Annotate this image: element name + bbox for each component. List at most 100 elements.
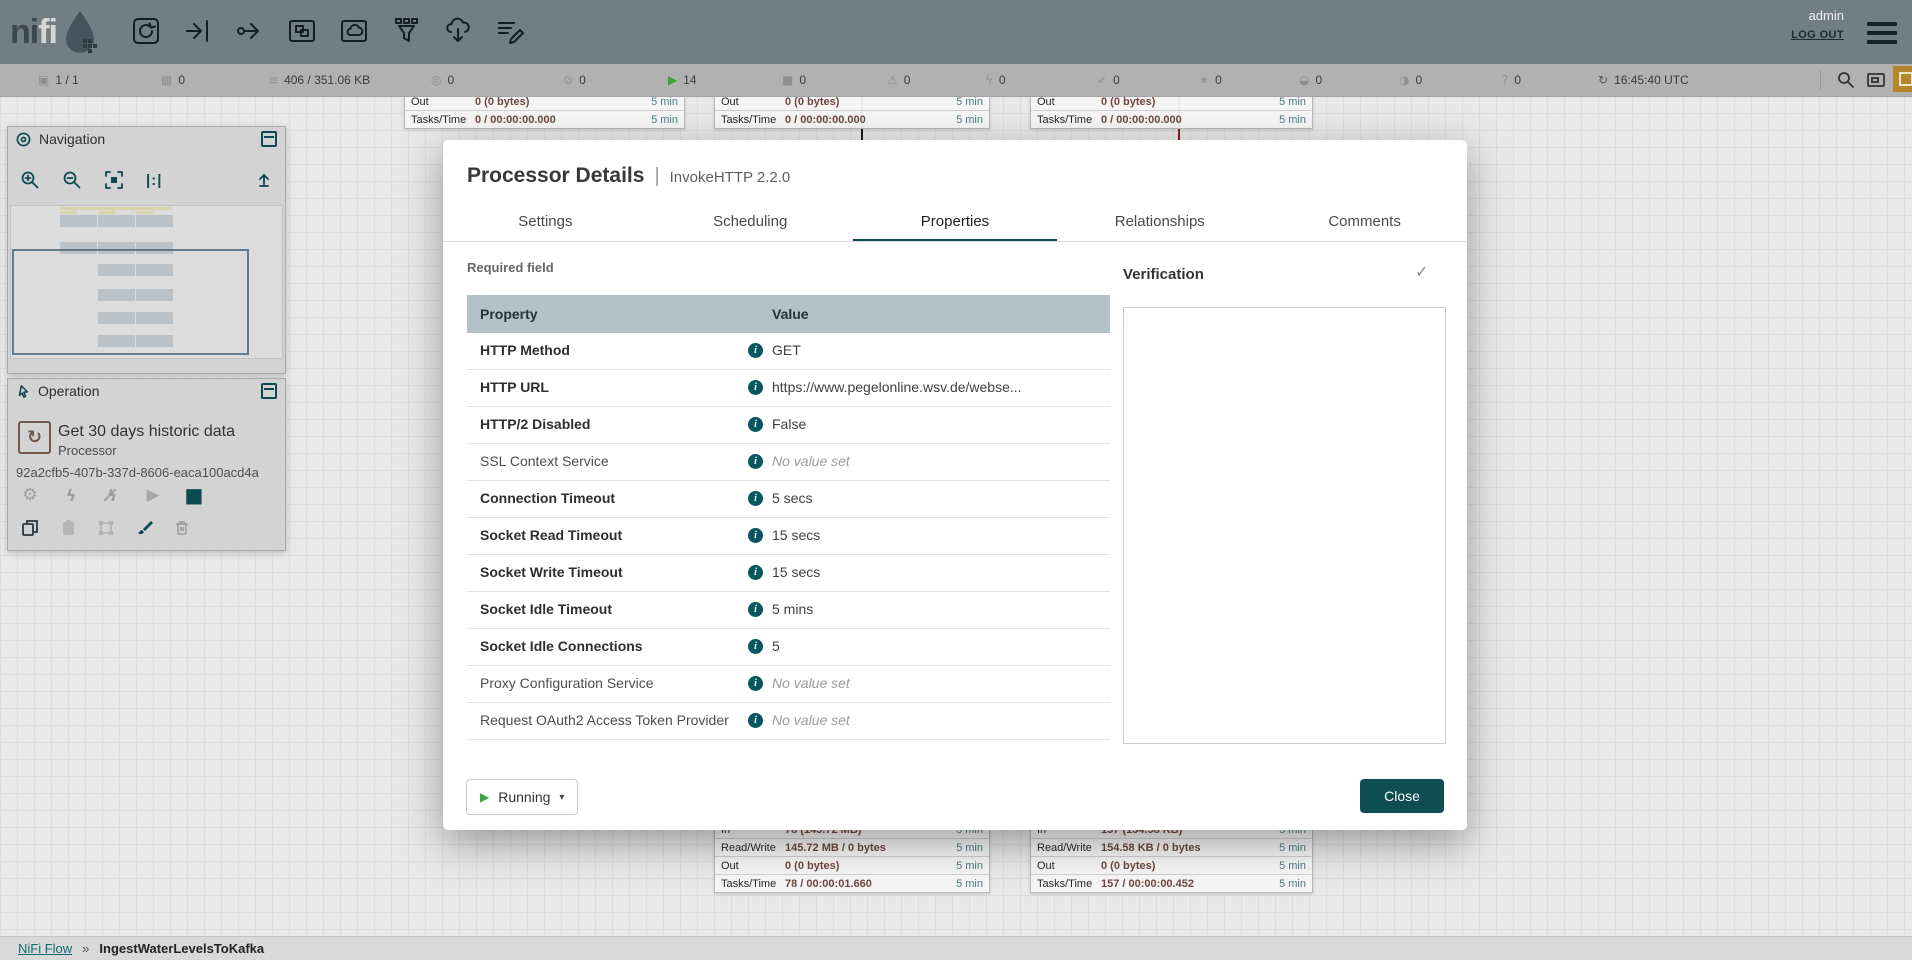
configure-button[interactable]: ⚙	[18, 485, 42, 505]
stop-button[interactable]: ■	[182, 483, 206, 507]
enable-button[interactable]: ϟ	[59, 486, 83, 505]
verification-check-icon[interactable]: ✓	[1415, 262, 1428, 281]
transmitting-icon: ◎	[431, 73, 441, 87]
tab-settings[interactable]: Settings	[443, 204, 648, 241]
status-locally-modified-stale: ◑0	[1399, 64, 1422, 96]
stat-label: Tasks/Time	[721, 114, 785, 126]
process-group-icon[interactable]	[285, 14, 319, 48]
info-icon[interactable]: i	[748, 676, 763, 691]
search-button[interactable]	[1836, 64, 1856, 96]
zoom-out-icon[interactable]	[62, 170, 82, 190]
flow-download-icon[interactable]	[441, 14, 475, 48]
close-button[interactable]: Close	[1360, 779, 1444, 813]
stat-value: 0 (0 bytes)	[1101, 860, 1279, 872]
info-icon[interactable]: i	[748, 380, 763, 395]
processor-stats-block[interactable]: Out0 (0 bytes)5 minTasks/Time0 / 00:00:0…	[1030, 92, 1313, 129]
tab-scheduling[interactable]: Scheduling	[648, 204, 853, 241]
tab-relationships[interactable]: Relationships	[1057, 204, 1262, 241]
not-transmitting-icon: ⊘	[563, 73, 573, 87]
property-value: No value set	[772, 444, 850, 479]
flow-settings-button[interactable]	[1893, 66, 1912, 92]
status-value: 0	[1113, 73, 1120, 87]
stat-label: Read/Write	[721, 842, 785, 854]
birdseye-minimap[interactable]	[10, 205, 283, 359]
processor-icon[interactable]	[129, 14, 163, 48]
zoom-actual-size-icon[interactable]: |:|	[146, 172, 162, 189]
property-value: False	[772, 407, 806, 442]
input-port-icon[interactable]	[181, 14, 215, 48]
start-button[interactable]: ▶	[141, 485, 165, 505]
global-menu-icon[interactable]	[1867, 22, 1897, 44]
tab-comments[interactable]: Comments	[1262, 204, 1467, 241]
tab-properties[interactable]: Properties	[853, 204, 1058, 241]
stat-value: 157 / 00:00:00.452	[1101, 878, 1279, 890]
stat-value: 0 (0 bytes)	[1101, 96, 1279, 108]
processor-stats-block[interactable]: Out0 (0 bytes)5 minTasks/Time0 / 00:00:0…	[404, 92, 685, 129]
property-row: HTTP MethodiGET	[467, 333, 1110, 370]
birdseye-icon[interactable]	[1866, 70, 1886, 90]
output-port-icon[interactable]	[233, 14, 267, 48]
run-state-button[interactable]: ▶ Running ▾	[466, 779, 578, 815]
refresh-icon[interactable]: ↻	[1598, 73, 1608, 87]
disabled-icon: ϟ	[985, 73, 993, 87]
property-value: No value set	[772, 740, 850, 745]
search-icon[interactable]	[1836, 70, 1856, 90]
stat-label: Out	[411, 96, 475, 108]
info-icon[interactable]: i	[748, 565, 763, 580]
logout-link[interactable]: LOG OUT	[1791, 29, 1844, 41]
funnel-icon[interactable]	[389, 14, 423, 48]
info-icon[interactable]: i	[748, 343, 763, 358]
info-icon[interactable]: i	[748, 528, 763, 543]
status-refresh[interactable]: ↻ 16:45:40 UTC	[1598, 64, 1689, 96]
property-value: GET	[772, 333, 801, 368]
run-state-label: Running	[498, 789, 550, 805]
info-icon[interactable]: i	[748, 491, 763, 506]
dialog-tabs: SettingsSchedulingPropertiesRelationship…	[443, 204, 1467, 242]
info-icon[interactable]: i	[748, 417, 763, 432]
delete-button[interactable]	[170, 519, 194, 537]
paste-button[interactable]	[56, 519, 80, 537]
property-name: Socket Write Timeout	[480, 555, 623, 590]
processor-stats-block[interactable]: Out0 (0 bytes)5 minTasks/Time0 / 00:00:0…	[714, 92, 990, 129]
logo-text-fi: fi	[38, 13, 57, 52]
info-icon[interactable]: i	[748, 713, 763, 728]
collapse-panel-icon[interactable]	[261, 383, 277, 399]
status-queued: ≡406 / 351.06 KB	[268, 64, 370, 96]
label-icon[interactable]	[493, 14, 527, 48]
zoom-fit-icon[interactable]	[104, 170, 124, 190]
stat-label: Read/Write	[1037, 842, 1101, 854]
copy-button[interactable]	[18, 519, 42, 537]
title-separator: |	[654, 165, 659, 188]
selected-component-type: Processor	[58, 443, 117, 458]
info-icon[interactable]: i	[748, 454, 763, 469]
verification-title: Verification	[1123, 266, 1204, 283]
zoom-in-icon[interactable]	[20, 170, 40, 190]
dialog-title: Processor Details	[467, 164, 644, 188]
property-row: Socket Read Timeouti15 secs	[467, 518, 1110, 555]
processor-details-dialog: Processor Details | InvokeHTTP 2.2.0 Set…	[443, 140, 1467, 830]
stat-value: 0 / 00:00:00.000	[475, 114, 651, 126]
last-refreshed-time: 16:45:40 UTC	[1614, 73, 1689, 87]
disable-button[interactable]: ϟ	[100, 486, 124, 505]
info-icon[interactable]: i	[748, 602, 763, 617]
processor-stats-block[interactable]: In157 (154.58 KB)5 minRead/Write154.58 K…	[1030, 820, 1313, 893]
property-value: 15 secs	[772, 555, 820, 590]
properties-table: Property Value HTTP MethodiGETHTTP URLih…	[467, 295, 1110, 745]
stat-value: 0 (0 bytes)	[785, 96, 956, 108]
color-brush-button[interactable]	[132, 519, 156, 537]
birdseye-button[interactable]	[1866, 64, 1886, 96]
status-value: 0	[178, 73, 185, 87]
group-button[interactable]	[94, 519, 118, 537]
collapse-panel-icon[interactable]	[261, 131, 277, 147]
minimap-viewport[interactable]	[12, 249, 249, 355]
go-up-icon[interactable]	[255, 171, 273, 189]
stat-value: 0 (0 bytes)	[475, 96, 651, 108]
sync-failure-icon: ?	[1502, 73, 1508, 87]
property-row: iNo value set	[467, 740, 1110, 745]
property-value: No value set	[772, 703, 850, 738]
breadcrumb-root-link[interactable]: NiFi Flow	[18, 941, 72, 956]
info-icon[interactable]: i	[748, 639, 763, 654]
processor-stats-block[interactable]: In78 (145.72 MB)5 minRead/Write145.72 MB…	[714, 820, 990, 893]
chevron-down-icon: ▾	[559, 792, 564, 803]
remote-process-group-icon[interactable]	[337, 14, 371, 48]
